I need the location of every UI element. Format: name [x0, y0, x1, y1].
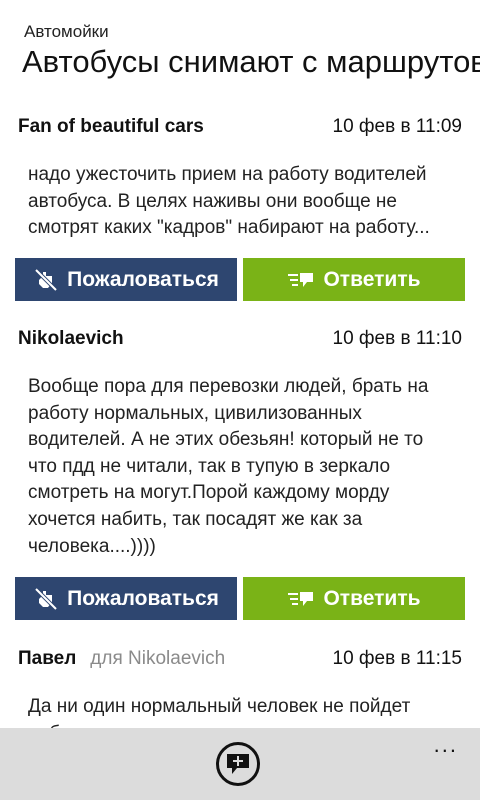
add-comment-icon [225, 752, 251, 776]
report-button[interactable]: Пожаловаться [15, 577, 237, 620]
comment-author[interactable]: Павел для Nikolaevich [18, 648, 225, 670]
comment-author[interactable]: Fan of beautiful cars [18, 116, 204, 138]
report-button-label: Пожаловаться [67, 586, 219, 610]
comment-date: 10 фев в 11:09 [332, 116, 463, 137]
comment-date: 10 фев в 11:10 [332, 328, 463, 349]
more-options-button[interactable]: ... [434, 732, 458, 758]
comment-text: Вообще пора для перевозки людей, брать н… [28, 376, 429, 557]
reply-button[interactable]: Ответить [243, 258, 465, 301]
page-header: Автомойки Автобусы снимают с маршрутов [0, 0, 480, 100]
comment-author[interactable]: Nikolaevich [18, 328, 124, 350]
comment-header: Павел для Nikolaevich 10 фев в 11:15 [18, 648, 462, 678]
comment-author-name: Павел [18, 648, 77, 669]
comment-header: Fan of beautiful cars 10 фев в 11:09 [18, 116, 462, 146]
reply-icon [287, 269, 315, 291]
reply-icon [287, 588, 315, 610]
reply-button[interactable]: Ответить [243, 577, 465, 620]
report-button-label: Пожаловаться [67, 267, 219, 291]
report-button[interactable]: Пожаловаться [15, 258, 237, 301]
add-comment-button[interactable] [216, 742, 260, 786]
comment-item: Nikolaevich 10 фев в 11:10 Вообще пора д… [0, 328, 480, 628]
report-icon [33, 267, 59, 293]
page-title: Автобусы снимают с маршрутов [22, 44, 480, 79]
reply-button-label: Ответить [323, 267, 421, 291]
comment-header: Nikolaevich 10 фев в 11:10 [18, 328, 462, 358]
comment-item: Fan of beautiful cars 10 фев в 11:09 над… [0, 116, 480, 312]
report-icon [33, 586, 59, 612]
app-bar: ... [0, 728, 480, 800]
app-title: Автомойки [24, 22, 109, 41]
comment-reply-to: для Nikolaevich [90, 648, 226, 669]
comment-text: надо ужесточить прием на работу водителе… [28, 164, 430, 239]
reply-button-label: Ответить [323, 586, 421, 610]
comment-text: Да ни один нормальный человек не пойдет … [28, 696, 411, 728]
comments-list[interactable]: Fan of beautiful cars 10 фев в 11:09 над… [0, 100, 480, 728]
comment-date: 10 фев в 11:15 [332, 648, 463, 669]
comment-item: Павел для Nikolaevich 10 фев в 11:15 Да н… [0, 648, 480, 728]
